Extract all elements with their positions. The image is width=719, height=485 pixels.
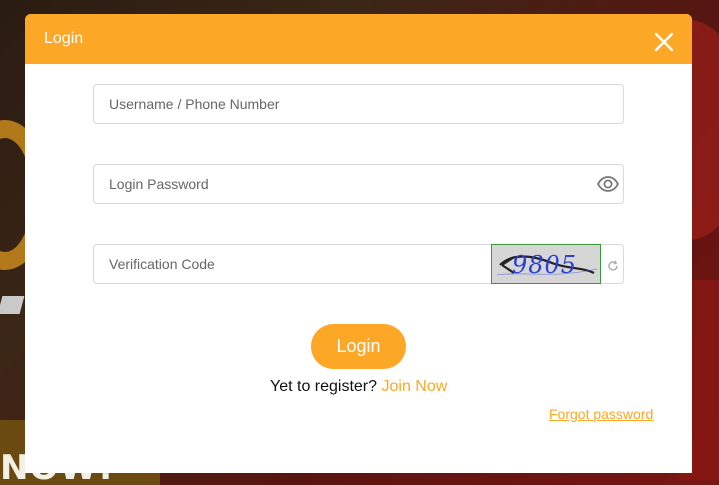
close-button[interactable] <box>654 32 674 52</box>
modal-title: Login <box>44 30 84 47</box>
login-button[interactable]: Login <box>311 324 406 369</box>
captcha-refresh-button[interactable] <box>607 259 619 271</box>
login-modal: Login Username / Phone Number Login Pass… <box>25 14 692 473</box>
captcha-field[interactable]: Verification Code 9805 <box>93 244 624 284</box>
password-toggle-button[interactable] <box>596 176 620 192</box>
background-bar <box>0 296 25 314</box>
refresh-icon <box>608 260 618 271</box>
register-prompt-line: Yet to register? Join Now <box>270 378 447 396</box>
captcha-image-text: 9805 <box>512 251 578 279</box>
forgot-password-link[interactable]: Forgot password <box>549 406 653 422</box>
modal-header: Login <box>25 14 692 64</box>
eye-icon <box>596 176 620 192</box>
password-field[interactable]: Login Password <box>93 164 624 204</box>
close-icon <box>654 32 674 52</box>
join-now-link[interactable]: Join Now <box>381 378 447 395</box>
register-prompt: Yet to register? <box>270 378 378 395</box>
captcha-placeholder: Verification Code <box>109 256 215 272</box>
username-field[interactable]: Username / Phone Number <box>93 84 624 124</box>
captcha-image[interactable]: 9805 <box>491 244 601 284</box>
username-placeholder: Username / Phone Number <box>109 96 280 112</box>
password-placeholder: Login Password <box>109 176 209 192</box>
